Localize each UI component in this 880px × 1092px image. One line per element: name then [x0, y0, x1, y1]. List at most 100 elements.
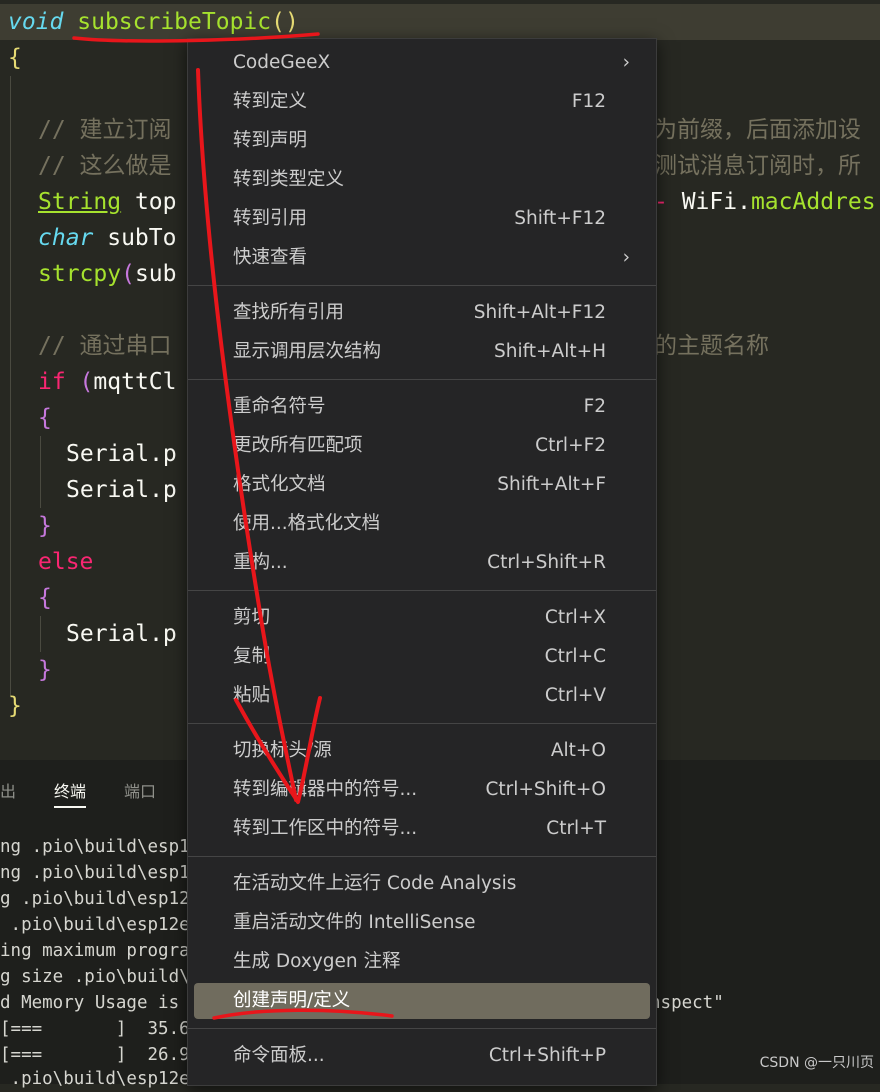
- code-line[interactable]: Serial.p: [66, 616, 177, 652]
- shortcut-label: Alt+O: [550, 740, 606, 761]
- code-text: WiFi.: [667, 189, 751, 215]
- shortcut-label: F2: [583, 396, 606, 417]
- code-line[interactable]: void subscribeTopic(): [8, 4, 299, 40]
- menu-item-label: 切换标头/源: [233, 740, 332, 761]
- menu-item-go-to-definition[interactable]: 转到定义 F12: [194, 84, 650, 120]
- menu-item-go-to-declaration[interactable]: 转到声明: [194, 123, 650, 159]
- menu-item-label: 查找所有引用: [233, 302, 345, 323]
- menu-item-label: 格式化文档: [233, 474, 326, 495]
- shortcut-label: Ctrl+V: [544, 685, 606, 706]
- code-line[interactable]: Serial.p: [66, 472, 177, 508]
- code-comment[interactable]: // 建立订阅: [38, 112, 172, 148]
- menu-item-label: 重启活动文件的 IntelliSense: [233, 912, 476, 933]
- menu-item-go-to-symbol-in-editor[interactable]: 转到编辑器中的符号... Ctrl+Shift+O: [194, 772, 650, 808]
- menu-item-codegeex[interactable]: CodeGeeX ›: [194, 45, 650, 81]
- menu-item-label: 转到引用: [233, 208, 308, 229]
- menu-item-go-to-references[interactable]: 转到引用 Shift+F12: [194, 201, 650, 237]
- code-line[interactable]: if (mqttCl: [38, 364, 177, 400]
- code-text: top: [121, 189, 177, 215]
- code-line[interactable]: String top: [38, 184, 176, 220]
- code-line[interactable]: {: [8, 40, 22, 76]
- menu-item-format-document-with[interactable]: 使用...格式化文档: [194, 506, 650, 542]
- menu-item-peek[interactable]: 快速查看 ›: [194, 240, 650, 276]
- keyword: void: [8, 9, 64, 35]
- tab-terminal[interactable]: 终端: [54, 778, 87, 808]
- paren: (: [121, 261, 135, 287]
- code-line[interactable]: strcpy(sub: [38, 256, 177, 292]
- code-line[interactable]: }: [38, 508, 52, 544]
- menu-item-label: CodeGeeX: [233, 52, 331, 73]
- terminal-line: ng .pio\build\esp1: [0, 863, 190, 883]
- menu-item-cut[interactable]: 剪切 Ctrl+X: [194, 600, 650, 636]
- menu-item-label: 转到定义: [233, 91, 308, 112]
- menu-item-label: 在活动文件上运行 Code Analysis: [233, 873, 517, 894]
- menu-item-label: 转到声明: [233, 130, 308, 151]
- code-line[interactable]: }: [38, 652, 52, 688]
- menu-item-paste[interactable]: 粘贴 Ctrl+V: [194, 678, 650, 714]
- shortcut-label: Ctrl+Shift+O: [485, 779, 606, 800]
- terminal-line-fragment: nspect": [650, 993, 724, 1013]
- terminal-line: g size .pio\build\: [0, 967, 190, 987]
- menu-item-go-to-symbol-in-workspace[interactable]: 转到工作区中的符号... Ctrl+T: [194, 811, 650, 847]
- shortcut-label: Shift+F12: [514, 208, 606, 229]
- menu-separator: [188, 1028, 656, 1029]
- function-name[interactable]: subscribeTopic: [77, 9, 271, 35]
- code-line[interactable]: else: [38, 544, 93, 580]
- tab-ports[interactable]: 端口: [124, 778, 156, 802]
- shortcut-label: Ctrl+X: [544, 607, 606, 628]
- shortcut-label: Ctrl+F2: [535, 435, 606, 456]
- shortcut-label: Shift+Alt+F: [497, 474, 606, 495]
- terminal-line: g .pio\build\esp12: [0, 889, 190, 909]
- code-line[interactable]: }: [8, 688, 22, 724]
- indent-guide: [40, 616, 41, 652]
- menu-item-format-document[interactable]: 格式化文档 Shift+Alt+F: [194, 467, 650, 503]
- menu-item-label: 重构...: [233, 552, 288, 573]
- menu-item-change-all-occurrences[interactable]: 更改所有匹配项 Ctrl+F2: [194, 428, 650, 464]
- terminal-line: ing maximum progra: [0, 941, 190, 961]
- code-line[interactable]: {: [38, 400, 52, 436]
- menu-separator: [188, 285, 656, 286]
- menu-item-restart-intellisense[interactable]: 重启活动文件的 IntelliSense: [194, 905, 650, 941]
- menu-item-label: 使用...格式化文档: [233, 513, 381, 534]
- menu-item-label: 转到编辑器中的符号...: [233, 779, 418, 800]
- code-text: sub: [134, 261, 177, 287]
- code-comment[interactable]: // 通过串口: [38, 328, 172, 364]
- tab-output[interactable]: 出: [0, 778, 16, 802]
- keyword: if: [38, 369, 66, 395]
- menu-item-copy[interactable]: 复制 Ctrl+C: [194, 639, 650, 675]
- code-line[interactable]: Serial.p: [66, 436, 177, 472]
- shortcut-label: Ctrl+Shift+R: [487, 552, 606, 573]
- terminal-line: [=== ] 35.6: [0, 1019, 190, 1039]
- menu-item-generate-doxygen[interactable]: 生成 Doxygen 注释: [194, 944, 650, 980]
- menu-item-label: 显示调用层次结构: [233, 341, 382, 362]
- shortcut-label: Shift+Alt+H: [493, 341, 606, 362]
- menu-item-label: 粘贴: [233, 685, 271, 706]
- menu-item-rename-symbol[interactable]: 重命名符号 F2: [194, 389, 650, 425]
- type-name: String: [38, 189, 122, 215]
- menu-separator: [188, 723, 656, 724]
- menu-item-command-palette[interactable]: 命令面板... Ctrl+Shift+P: [194, 1038, 650, 1074]
- parens: (): [271, 9, 299, 35]
- code-text: mqttCl: [93, 369, 177, 395]
- menu-item-go-to-type-definition[interactable]: 转到类型定义: [194, 162, 650, 198]
- menu-separator: [188, 856, 656, 857]
- member-name: macAddres: [750, 189, 876, 215]
- menu-item-label: 快速查看: [233, 247, 308, 268]
- menu-item-create-declaration-definition[interactable]: 创建声明/定义: [194, 983, 650, 1019]
- menu-separator: [188, 590, 656, 591]
- shortcut-label: F12: [571, 91, 606, 112]
- menu-item-label: 重命名符号: [233, 396, 326, 417]
- chevron-right-icon: ›: [622, 52, 630, 73]
- menu-item-find-all-references[interactable]: 查找所有引用 Shift+Alt+F12: [194, 295, 650, 331]
- menu-item-switch-header-source[interactable]: 切换标头/源 Alt+O: [194, 733, 650, 769]
- menu-item-run-code-analysis[interactable]: 在活动文件上运行 Code Analysis: [194, 866, 650, 902]
- menu-item-refactor[interactable]: 重构... Ctrl+Shift+R: [194, 545, 650, 581]
- menu-item-show-call-hierarchy[interactable]: 显示调用层次结构 Shift+Alt+H: [194, 334, 650, 370]
- indent-guide: [40, 436, 41, 508]
- context-menu: CodeGeeX › 转到定义 F12 转到声明 转到类型定义 转到引用 Shift+…: [187, 38, 657, 1086]
- code-comment-fragment: 为前缀，后面添加设: [654, 117, 861, 143]
- menu-item-label: 转到工作区中的符号...: [233, 818, 418, 839]
- code-line[interactable]: {: [38, 580, 52, 616]
- code-comment[interactable]: // 这么做是: [38, 148, 172, 184]
- code-line[interactable]: char subTo: [38, 220, 176, 256]
